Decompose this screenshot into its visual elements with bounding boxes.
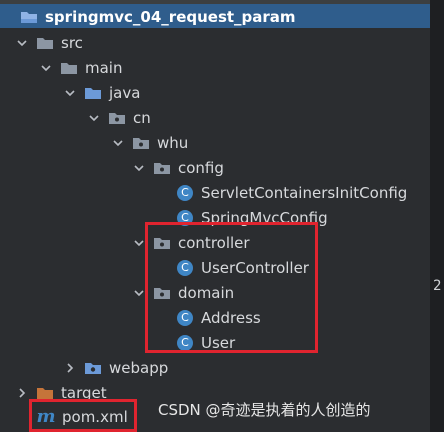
- package-icon: [108, 111, 126, 125]
- tree-item-config[interactable]: config: [133, 155, 224, 180]
- highlight-box-pom: [29, 399, 137, 432]
- package-icon: [132, 136, 150, 150]
- tree-item-src[interactable]: src: [16, 30, 83, 55]
- web-folder-icon: [84, 361, 102, 375]
- tree-label-java: java: [109, 83, 141, 102]
- chevron-down-icon[interactable]: [133, 287, 145, 299]
- chevron-right-icon[interactable]: [64, 362, 76, 374]
- tree-label-webapp: webapp: [109, 358, 169, 377]
- chevron-right-icon[interactable]: [16, 387, 28, 399]
- chevron-down-icon[interactable]: [16, 37, 28, 49]
- tree-label-config: config: [178, 158, 224, 177]
- tree-label-servlet-config: ServletContainersInitConfig: [201, 183, 408, 202]
- editor-gutter: [430, 0, 444, 432]
- tree-item-servlet-config[interactable]: C ServletContainersInitConfig: [177, 180, 407, 205]
- class-icon: C: [177, 184, 193, 201]
- tree-item-webapp[interactable]: webapp: [64, 355, 168, 380]
- gutter-line-number: 2: [433, 278, 442, 294]
- tree-item-java[interactable]: java: [64, 80, 140, 105]
- highlight-box-controller-domain: [145, 222, 318, 353]
- csdn-watermark: CSDN @奇迹是执着的人创造的: [158, 401, 371, 419]
- module-folder-icon: [20, 10, 38, 24]
- chevron-down-icon[interactable]: [64, 87, 76, 99]
- chevron-down-icon[interactable]: [133, 237, 145, 249]
- project-tool-window: 2 springmvc_04_request_param src main ja…: [0, 0, 444, 432]
- tree-item-whu[interactable]: whu: [112, 130, 188, 155]
- project-name: springmvc_04_request_param: [45, 7, 296, 26]
- tree-label-cn: cn: [133, 108, 151, 127]
- tree-item-main[interactable]: main: [40, 55, 122, 80]
- folder-icon: [36, 36, 54, 50]
- tree-item-cn[interactable]: cn: [88, 105, 151, 130]
- chevron-down-icon[interactable]: [133, 162, 145, 174]
- chevron-down-icon[interactable]: [40, 62, 52, 74]
- chevron-down-icon[interactable]: [112, 137, 124, 149]
- tree-item-project[interactable]: springmvc_04_request_param: [20, 4, 296, 29]
- excluded-folder-icon: [36, 386, 54, 400]
- folder-icon: [60, 61, 78, 75]
- tree-label-main: main: [85, 58, 123, 77]
- chevron-down-icon[interactable]: [88, 112, 100, 124]
- tree-label-src: src: [61, 33, 83, 52]
- tree-label-whu: whu: [157, 133, 189, 152]
- source-folder-icon: [84, 86, 102, 100]
- package-icon: [153, 161, 171, 175]
